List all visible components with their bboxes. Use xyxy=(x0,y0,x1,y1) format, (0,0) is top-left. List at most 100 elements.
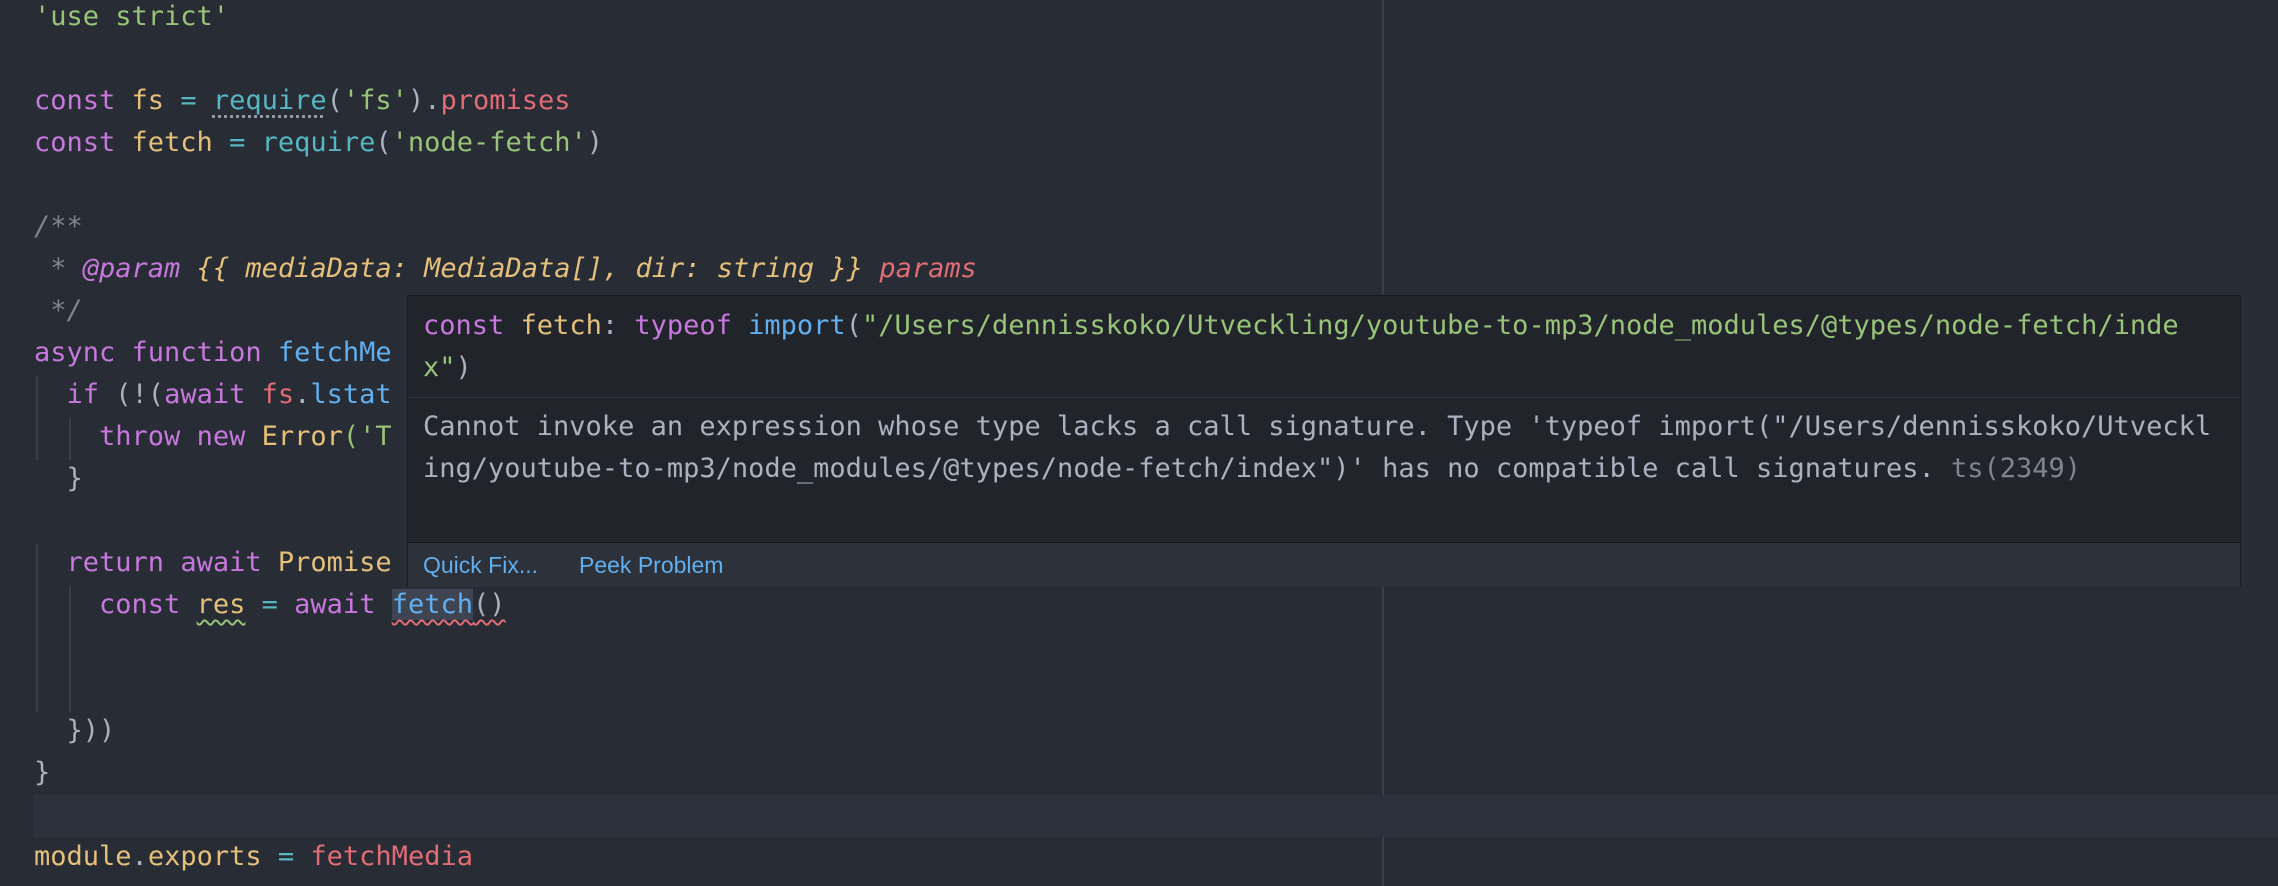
identifier-token: module xyxy=(34,841,132,872)
keyword-token: const xyxy=(34,85,116,116)
code-line-9[interactable]: async function fetchMe xyxy=(34,332,392,374)
function-name-token: import xyxy=(748,310,846,341)
identifier-token: fetch xyxy=(115,127,230,158)
code-line-18[interactable]: })) xyxy=(34,710,116,752)
keyword-token: new xyxy=(196,421,246,452)
string-token: ('T xyxy=(342,421,392,452)
code-line-11[interactable]: throw new Error('T xyxy=(34,416,392,458)
operator-token: = xyxy=(229,127,246,158)
keyword-token: async xyxy=(34,337,116,368)
punctuation-token: ( xyxy=(326,85,343,116)
punctuation-token: } xyxy=(34,757,51,788)
error-code: ts(2349) xyxy=(1951,453,2082,484)
code-line-21[interactable]: module.exports = fetchMedia xyxy=(34,836,473,878)
operator-token: = xyxy=(277,841,295,872)
punctuation-token: ) xyxy=(586,127,604,158)
punctuation-token: ( xyxy=(375,127,392,158)
punctuation-token: . xyxy=(131,841,148,872)
string-token: 'fs' xyxy=(342,85,408,116)
comment-token: */ xyxy=(34,295,83,326)
hover-action-bar: Quick Fix... Peek Problem xyxy=(408,542,2240,587)
jsdoc-tag-token: @param xyxy=(82,253,181,284)
identifier-token: fetchMedia xyxy=(310,841,473,872)
keyword-token: function xyxy=(131,337,262,368)
hover-signature: const fetch: typeof import("/Users/denni… xyxy=(423,305,2223,389)
hover-divider xyxy=(408,397,2240,398)
punctuation-token: : xyxy=(601,310,635,341)
string-token: 'use strict' xyxy=(34,1,230,32)
identifier-token: fs xyxy=(115,85,181,116)
keyword-token: await xyxy=(294,589,376,620)
keyword-token: const xyxy=(423,310,505,341)
property-token: exports xyxy=(147,841,262,872)
code-line-10[interactable]: if (!(await fs.lstat xyxy=(34,374,392,416)
keyword-token: if xyxy=(66,379,100,410)
error-message-text: Cannot invoke an expression whose type l… xyxy=(423,411,2212,484)
code-editor[interactable]: 'use strict' const fs = require('fs').pr… xyxy=(0,0,2278,886)
punctuation-token: ) xyxy=(455,352,472,383)
quick-fix-link[interactable]: Quick Fix... xyxy=(423,543,538,587)
keyword-token: const xyxy=(99,589,181,620)
code-line-4[interactable]: const fetch = require('node-fetch') xyxy=(34,122,603,164)
code-line-12[interactable]: } xyxy=(34,458,83,500)
code-line-8[interactable]: */ xyxy=(34,290,83,332)
comment-token: /** xyxy=(34,211,83,242)
code-line-6[interactable]: /** xyxy=(34,206,83,248)
punctuation-token: })) xyxy=(34,715,116,746)
code-line-19[interactable]: } xyxy=(34,752,50,794)
function-name-token: fetchMe xyxy=(277,337,392,368)
keyword-token: const xyxy=(34,127,116,158)
current-line-highlight xyxy=(33,795,2278,837)
fetch-call-error-token[interactable]: fetch xyxy=(391,589,473,620)
code-line-1[interactable]: 'use strict' xyxy=(34,0,229,38)
operator-token: = xyxy=(261,589,278,620)
punctuation-token: (!( xyxy=(99,379,165,410)
jsdoc-param-token: params xyxy=(879,253,977,284)
code-line-3[interactable]: const fs = require('fs').promises xyxy=(34,80,571,122)
punctuation-token: ). xyxy=(407,85,441,116)
error-message: Cannot invoke an expression whose type l… xyxy=(423,406,2223,490)
method-token: lstat xyxy=(310,379,392,410)
string-token: 'node-fetch' xyxy=(391,127,587,158)
require-call-token[interactable]: require xyxy=(213,85,327,116)
punctuation-token: () xyxy=(472,589,506,620)
class-token: Promise xyxy=(277,547,392,578)
keyword-token: await xyxy=(180,547,262,578)
property-token: promises xyxy=(440,85,571,116)
operator-token: = xyxy=(180,85,197,116)
punctuation-token: . xyxy=(294,379,311,410)
code-line-14[interactable]: return await Promise xyxy=(34,542,392,584)
jsdoc-type-token: {{ mediaData: MediaData[], dir: string }… xyxy=(180,253,880,284)
identifier-token: fs xyxy=(261,379,295,410)
punctuation-token: ( xyxy=(845,310,862,341)
identifier-token: fetch xyxy=(520,310,602,341)
comment-token: * xyxy=(34,253,83,284)
class-token: Error xyxy=(261,421,343,452)
unused-variable-token[interactable]: res xyxy=(197,589,246,620)
code-line-15[interactable]: const res = await fetch() xyxy=(34,584,506,626)
code-line-7[interactable]: * @param {{ mediaData: MediaData[], dir:… xyxy=(34,248,977,290)
keyword-token: throw xyxy=(99,421,181,452)
peek-problem-link[interactable]: Peek Problem xyxy=(579,543,723,587)
punctuation-token: } xyxy=(34,463,83,494)
